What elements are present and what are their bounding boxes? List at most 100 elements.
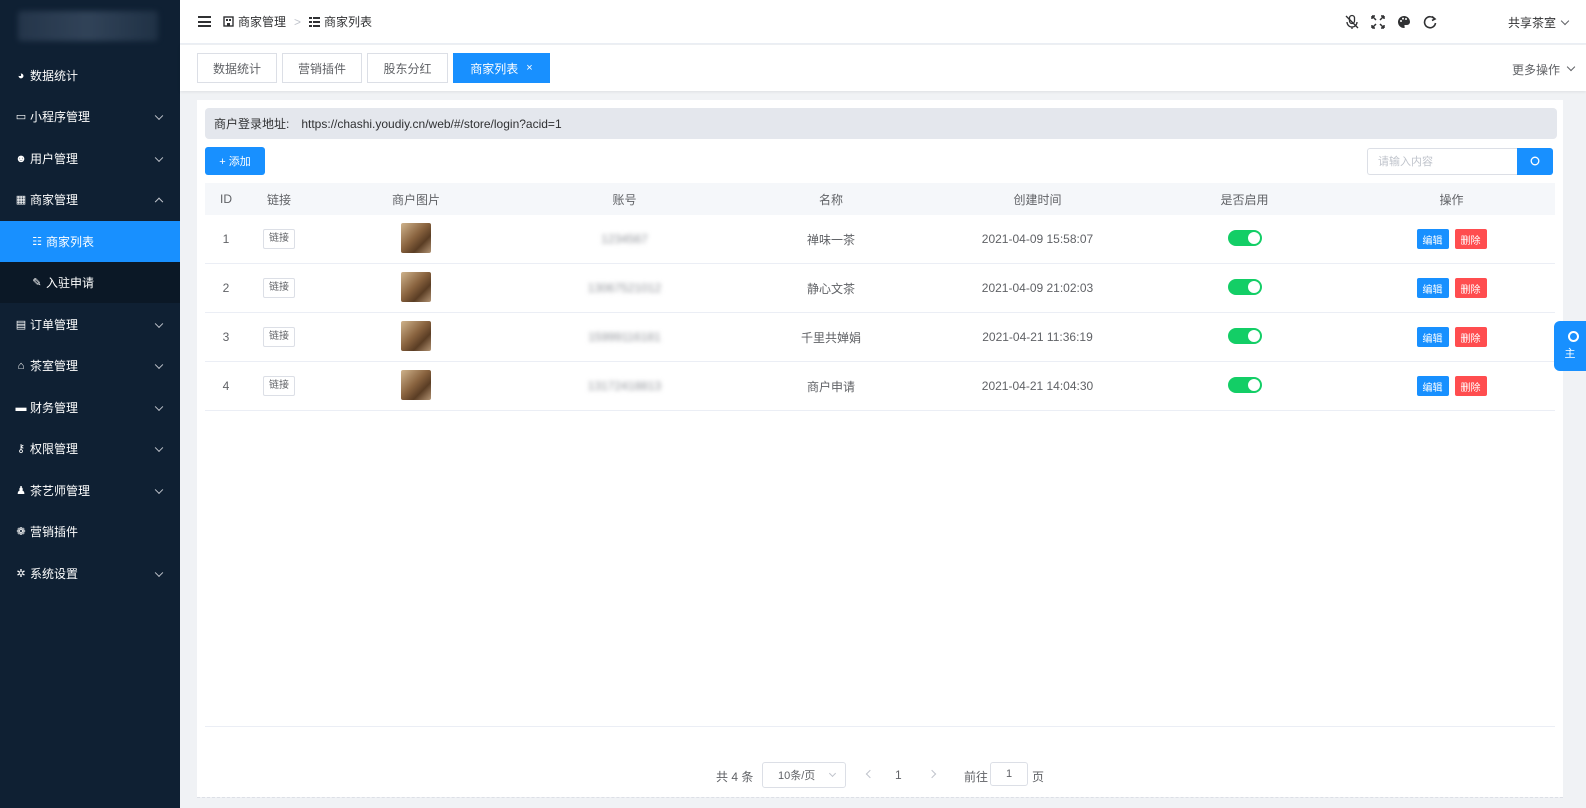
side-widget-label: 主 — [1564, 348, 1576, 360]
cell-account: 13172418813 — [587, 379, 662, 393]
cell-created: 2021-04-21 14:04:30 — [981, 379, 1094, 393]
refresh-icon[interactable] — [1422, 14, 1438, 30]
cell-account: 15999116181 — [588, 330, 661, 344]
search-input[interactable] — [1367, 148, 1517, 175]
theme-icon — [1567, 331, 1579, 342]
chevron-down-icon — [154, 443, 164, 452]
chevron-down-icon — [154, 319, 164, 328]
tab-label: 数据统计 — [212, 61, 261, 76]
edit-button[interactable]: 编辑 — [1416, 278, 1449, 298]
sidebar-item-permissions[interactable]: ⚷ 权限管理 — [0, 428, 180, 469]
sidebar-item-label: 数据统计 — [30, 69, 79, 83]
sidebar-item-label: 小程序管理 — [30, 110, 91, 124]
tab-dashboard[interactable]: 数据统计 — [197, 53, 277, 83]
link-button[interactable]: 链接 — [263, 327, 295, 347]
sidebar-item-merchant-list[interactable]: ☷ 商家列表 — [0, 221, 180, 262]
sidebar-item-merchants[interactable]: ▦ 商家管理 — [0, 179, 180, 220]
edit-button[interactable]: 编辑 — [1416, 327, 1449, 347]
sidebar-item-dashboard[interactable]: ◕ 数据统计 — [0, 55, 180, 96]
column-header: 创建时间 — [1013, 192, 1062, 207]
add-button[interactable]: + 添加 — [205, 147, 265, 175]
enabled-toggle[interactable] — [1227, 229, 1262, 246]
tab-marketing[interactable]: 营销插件 — [282, 53, 362, 83]
table-row: 1 链接 1234567 禅味一茶 2021-04-09 15:58:07 编辑… — [205, 215, 1555, 264]
chevron-down-icon — [154, 360, 164, 369]
sidebar-item-join-apply[interactable]: ✎ 入驻申请 — [0, 262, 180, 303]
home-icon: ⌂ — [17, 359, 25, 372]
delete-button[interactable]: 删除 — [1454, 376, 1487, 396]
cell-created: 2021-04-21 11:36:19 — [982, 330, 1093, 344]
building-icon: ▦ — [15, 194, 27, 206]
tab-dividends[interactable]: 股东分红 — [367, 53, 448, 83]
merchant-image[interactable] — [401, 271, 431, 302]
enabled-toggle[interactable] — [1227, 327, 1262, 344]
sidebar-item-marketing[interactable]: ❁ 营销插件 — [0, 511, 180, 552]
tab-merchant-list[interactable]: 商家列表 × — [453, 53, 550, 83]
cell-name: 商户申请 — [806, 379, 855, 394]
merchant-image[interactable] — [401, 320, 431, 351]
cell-id: 1 — [222, 232, 230, 246]
enabled-toggle[interactable] — [1227, 278, 1262, 295]
sidebar-item-tearooms[interactable]: ⌂ 茶室管理 — [0, 345, 180, 386]
goto-page-input[interactable] — [990, 762, 1028, 786]
login-url-value[interactable]: https://chashi.youdiy.cn/web/#/store/log… — [301, 117, 561, 131]
merchant-image[interactable] — [401, 222, 431, 253]
edit-button[interactable]: 编辑 — [1416, 229, 1449, 249]
chevron-down-icon — [154, 568, 164, 577]
merchant-table: ID 链接 商户图片 账号 名称 创建时间 是否启用 操作 1 链接 12345… — [205, 183, 1555, 411]
more-operations[interactable]: 更多操作 — [1512, 61, 1560, 78]
list-icon — [309, 17, 321, 27]
chevron-down-icon[interactable] — [1566, 62, 1576, 72]
delete-button[interactable]: 删除 — [1454, 327, 1487, 347]
link-button[interactable]: 链接 — [263, 376, 295, 396]
close-icon[interactable]: × — [526, 62, 532, 74]
table-header: ID 链接 商户图片 账号 名称 创建时间 是否启用 操作 — [205, 183, 1555, 215]
prev-page-icon[interactable] — [865, 769, 875, 779]
wallet-icon: ▬ — [15, 401, 27, 414]
merchant-image[interactable] — [401, 369, 431, 400]
floating-theme-widget[interactable]: 主 — [1554, 321, 1586, 371]
cell-name: 禅味一茶 — [806, 232, 855, 247]
cell-created: 2021-04-09 15:58:07 — [981, 232, 1094, 246]
page-size-select[interactable]: 10条/页 — [762, 762, 846, 788]
link-button[interactable]: 链接 — [263, 229, 295, 249]
table-row: 2 链接 13067521012 静心文茶 2021-04-09 21:02:0… — [205, 264, 1555, 313]
palette-icon[interactable] — [1396, 14, 1412, 30]
next-page-icon[interactable] — [927, 769, 937, 779]
edit-button[interactable]: 编辑 — [1416, 376, 1449, 396]
merchant-login-url: 商户登录地址: https://chashi.youdiy.cn/web/#/s… — [205, 108, 1557, 139]
column-header: 链接 — [266, 192, 291, 207]
sidebar-item-orders[interactable]: ▤ 订单管理 — [0, 304, 180, 345]
users-icon: ☻ — [15, 152, 27, 165]
sidebar-item-tea-artists[interactable]: ♟ 茶艺师管理 — [0, 470, 180, 511]
sidebar-item-miniprogram[interactable]: ▭ 小程序管理 — [0, 96, 180, 137]
breadcrumb-item-current: 商家列表 — [324, 15, 373, 29]
breadcrumb-item[interactable]: 商家管理 — [238, 13, 286, 30]
sidebar-item-settings[interactable]: ✲ 系统设置 — [0, 553, 180, 594]
cell-name: 千里共婵娟 — [800, 330, 861, 345]
cell-id: 2 — [222, 281, 230, 295]
chevron-down-icon[interactable] — [1560, 16, 1570, 25]
tabs-bar: 数据统计 营销插件 股东分红 商家列表 × 更多操作 — [180, 45, 1586, 91]
fullscreen-icon[interactable] — [1370, 14, 1386, 30]
search-button[interactable] — [1517, 148, 1553, 175]
sidebar-item-finance[interactable]: ▬ 财务管理 — [0, 387, 180, 428]
table-row: 3 链接 15999116181 千里共婵娟 2021-04-21 11:36:… — [205, 313, 1555, 362]
search-icon — [1530, 156, 1539, 166]
delete-button[interactable]: 删除 — [1454, 278, 1487, 298]
login-url-label: 商户登录地址: — [214, 117, 290, 131]
enabled-toggle[interactable] — [1227, 376, 1262, 393]
page-number[interactable]: 1 — [895, 768, 902, 782]
header-actions: 共享茶室 — [1344, 0, 1586, 44]
building-icon — [223, 16, 234, 27]
user-name[interactable]: 共享茶室 — [1508, 14, 1556, 31]
page-size-value: 10条/页 — [778, 770, 816, 782]
menu-toggle-icon[interactable] — [198, 16, 211, 27]
clipboard-icon: ▤ — [15, 319, 27, 331]
pagination-total: 共 4 条 — [716, 770, 754, 784]
sidebar-item-label: 财务管理 — [30, 401, 79, 415]
sidebar-item-users[interactable]: ☻ 用户管理 — [0, 138, 180, 179]
link-button[interactable]: 链接 — [263, 278, 295, 298]
mic-off-icon[interactable] — [1344, 14, 1360, 30]
delete-button[interactable]: 删除 — [1454, 229, 1487, 249]
